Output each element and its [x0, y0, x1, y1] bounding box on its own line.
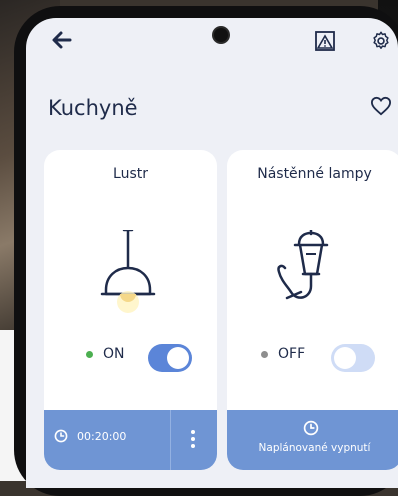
clock-icon	[303, 420, 319, 440]
device-card-nastenne-lampy[interactable]: Nástěnné lampy OFF Naplánované vypnutí	[227, 150, 398, 470]
device-card-lustr[interactable]: Lustr ON 00:20:00	[44, 150, 217, 470]
device-name: Nástěnné lampy	[257, 166, 372, 182]
toggle-knob	[167, 347, 189, 369]
device-status: OFF	[261, 346, 305, 362]
wall-lamp-icon	[227, 226, 398, 320]
divider	[170, 410, 171, 470]
timer-button[interactable]: 00:20:00	[54, 429, 126, 443]
back-arrow-icon[interactable]	[50, 28, 74, 57]
timer-value: 00:20:00	[77, 429, 127, 443]
gear-icon[interactable]	[370, 30, 392, 52]
status-text: OFF	[278, 346, 306, 362]
device-status: ON	[86, 346, 125, 362]
front-camera	[214, 28, 228, 42]
status-text: ON	[103, 346, 125, 362]
more-vertical-icon[interactable]	[190, 428, 196, 450]
heart-icon[interactable]	[370, 96, 392, 116]
power-toggle[interactable]	[148, 344, 192, 372]
scheduled-off-label: Naplánované vypnutí	[258, 442, 371, 454]
alert-image-icon[interactable]	[314, 30, 336, 52]
clock-icon	[54, 429, 68, 443]
scheduled-off-button[interactable]: Naplánované vypnutí	[227, 410, 398, 470]
power-toggle[interactable]	[331, 344, 375, 372]
device-name: Lustr	[113, 166, 148, 182]
status-dot	[86, 350, 93, 358]
ceiling-lamp-icon	[44, 228, 217, 320]
timer-bar: 00:20:00	[44, 410, 217, 470]
toggle-knob	[334, 347, 356, 369]
page-title: Kuchyně	[48, 96, 138, 120]
status-dot	[261, 350, 268, 358]
